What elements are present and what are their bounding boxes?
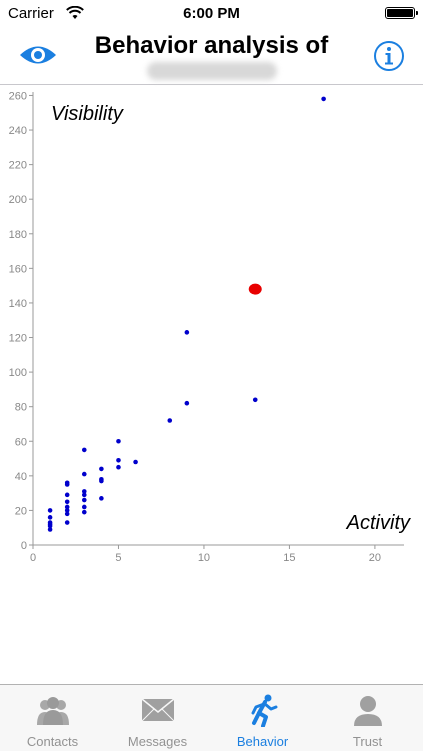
contacts-icon bbox=[36, 697, 69, 725]
data-point bbox=[81, 471, 87, 477]
data-point bbox=[81, 497, 87, 503]
status-bar: Carrier 6:00 PM bbox=[0, 0, 423, 28]
data-point bbox=[47, 520, 53, 525]
data-point bbox=[184, 400, 190, 406]
y-tick-label: 180 bbox=[9, 229, 27, 241]
y-tick-label: 100 bbox=[9, 367, 27, 379]
tab-contacts[interactable]: Contacts bbox=[0, 685, 105, 751]
battery-icon bbox=[385, 7, 418, 19]
y-tick-label: 120 bbox=[9, 333, 27, 345]
tab-label-behavior: Behavior bbox=[236, 734, 289, 749]
page-title: Behavior analysis of bbox=[60, 32, 363, 80]
data-point bbox=[252, 397, 258, 403]
chart-canvas: 0 20 40 60 80 100 120 140 160 180 200 220 240 260 0 5 10… bbox=[9, 90, 411, 564]
running-man-icon bbox=[251, 694, 277, 727]
navigation-bar: Behavior analysis of bbox=[0, 28, 423, 85]
data-point bbox=[116, 438, 121, 444]
y-tick-label: 0 bbox=[21, 540, 27, 552]
y-tick-label: 60 bbox=[15, 436, 27, 448]
data-point bbox=[116, 464, 121, 470]
data-point bbox=[321, 96, 326, 102]
x-tick-label: 5 bbox=[115, 552, 121, 564]
y-axis-label: Visibility bbox=[51, 103, 124, 125]
scatter-chart: 0 20 40 60 80 100 120 140 160 180 200 220 240 260 0 5 10… bbox=[0, 84, 423, 574]
data-point bbox=[81, 504, 87, 510]
data-point bbox=[47, 508, 53, 513]
data-point bbox=[99, 476, 104, 482]
tab-trust[interactable]: Trust bbox=[315, 685, 420, 751]
data-point bbox=[116, 457, 121, 463]
data-point bbox=[133, 459, 138, 465]
data-point bbox=[64, 492, 70, 498]
data-point bbox=[64, 499, 70, 505]
page-title-text: Behavior analysis of bbox=[94, 32, 329, 59]
y-tick-label: 140 bbox=[9, 298, 27, 310]
x-tick-label: 20 bbox=[369, 552, 381, 564]
info-button[interactable] bbox=[373, 40, 405, 72]
x-tick-label: 0 bbox=[30, 552, 36, 564]
data-point bbox=[167, 418, 173, 423]
tab-label-trust: Trust bbox=[352, 734, 383, 749]
data-point bbox=[81, 447, 87, 453]
data-point bbox=[64, 504, 70, 510]
y-tick-label: 20 bbox=[15, 505, 27, 517]
data-point bbox=[64, 520, 70, 525]
tab-behavior[interactable]: Behavior bbox=[210, 685, 315, 751]
data-point bbox=[99, 496, 104, 501]
tab-messages[interactable]: Messages bbox=[105, 685, 210, 751]
tab-label-messages: Messages bbox=[127, 734, 188, 749]
blurred-contact-name bbox=[146, 62, 277, 80]
person-icon bbox=[353, 696, 382, 726]
data-point bbox=[47, 515, 53, 520]
data-point bbox=[99, 466, 104, 472]
y-tick-label: 160 bbox=[9, 263, 27, 275]
y-tick-label: 80 bbox=[15, 402, 27, 414]
info-icon bbox=[374, 41, 404, 71]
highlighted-data-point bbox=[248, 283, 262, 295]
tab-label-contacts: Contacts bbox=[26, 734, 79, 749]
x-tick-label: 10 bbox=[198, 552, 210, 564]
data-point bbox=[81, 489, 87, 494]
y-tick-label: 200 bbox=[9, 194, 27, 206]
y-tick-label: 220 bbox=[9, 160, 27, 172]
data-point bbox=[81, 509, 87, 515]
x-axis-label: Activity bbox=[346, 512, 411, 534]
x-tick-label: 15 bbox=[283, 552, 295, 564]
y-tick-label: 260 bbox=[9, 90, 27, 102]
status-time: 6:00 PM bbox=[183, 5, 240, 22]
data-point bbox=[184, 330, 190, 335]
messages-icon bbox=[141, 698, 174, 722]
eye-icon bbox=[20, 46, 56, 64]
y-tick-label: 40 bbox=[15, 471, 27, 483]
tab-bar: Contacts Messages Behavior Trust bbox=[0, 684, 423, 751]
data-point bbox=[64, 480, 70, 486]
eye-button[interactable] bbox=[18, 40, 58, 70]
y-tick-label: 240 bbox=[9, 125, 27, 137]
